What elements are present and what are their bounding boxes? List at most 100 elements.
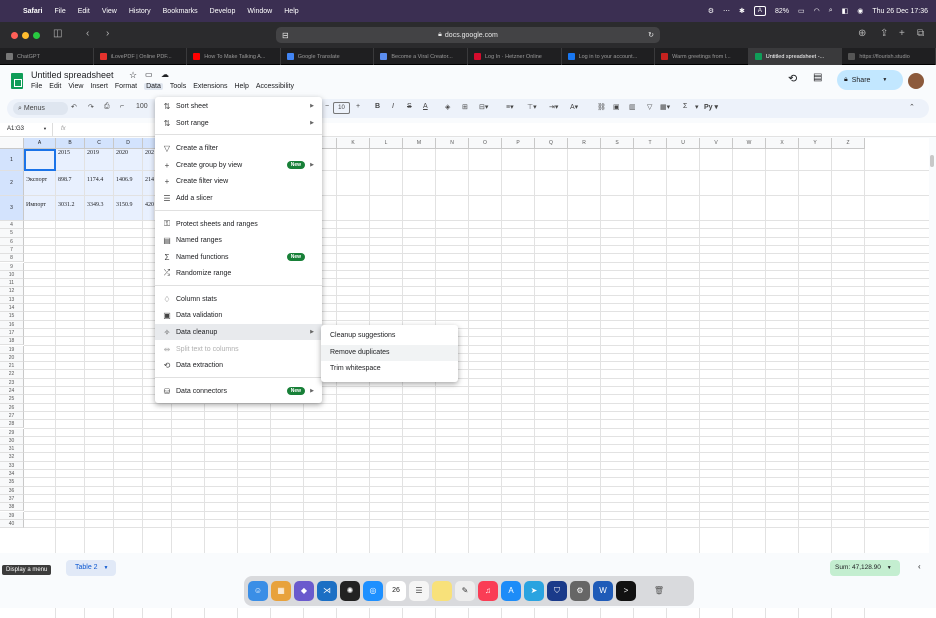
reminders-icon[interactable]: ☰: [409, 581, 429, 601]
row-header[interactable]: 37: [0, 494, 24, 504]
font-size-input[interactable]: 10: [333, 102, 350, 114]
data-menu-item-create-group-by-view[interactable]: + Create group by view New ▶: [155, 157, 322, 173]
column-header[interactable]: A: [24, 138, 56, 149]
row-header[interactable]: 7: [0, 245, 24, 255]
close-window-button[interactable]: [11, 32, 18, 39]
menubar-view[interactable]: View: [102, 8, 117, 15]
borders-icon[interactable]: ⊞: [462, 103, 468, 111]
row-header[interactable]: 27: [0, 411, 24, 421]
data-menu-item-named-functions[interactable]: Σ Named functions New: [155, 249, 322, 265]
move-folder-icon[interactable]: ▭: [145, 70, 153, 79]
browser-tab[interactable]: Log in to your account...: [562, 48, 656, 65]
menubar-bookmarks[interactable]: Bookmarks: [163, 8, 198, 15]
table-cell[interactable]: 2020: [114, 150, 143, 156]
system-settings-icon[interactable]: ⚙: [570, 581, 590, 601]
submenu-trim-whitespace[interactable]: Trim whitespace: [321, 361, 458, 377]
forward-icon[interactable]: ›: [106, 28, 109, 40]
siri-icon[interactable]: ◉: [857, 7, 863, 15]
column-header[interactable]: X: [766, 138, 799, 149]
menubar-window[interactable]: Window: [247, 8, 272, 15]
telegram-icon[interactable]: ➤: [524, 581, 544, 601]
data-menu-item-create-filter-view[interactable]: + Create filter view: [155, 173, 322, 189]
data-menu-item-randomize-range[interactable]: ⤮ Randomize range: [155, 265, 322, 281]
row-header[interactable]: 17: [0, 328, 24, 338]
terminal-icon[interactable]: >: [616, 581, 636, 601]
submenu-remove-duplicates[interactable]: Remove duplicates: [321, 345, 458, 361]
row-header[interactable]: 12: [0, 287, 24, 296]
row-header[interactable]: 36: [0, 486, 24, 495]
spreadsheet-grid[interactable]: ABCDEFGHIJKLMNOPQRSTUVWXYZ 1234567891011…: [0, 138, 929, 618]
row-header[interactable]: 5: [0, 229, 24, 238]
chatgpt-icon[interactable]: ✺: [340, 581, 360, 601]
chevron-down-icon[interactable]: ▼: [104, 565, 109, 571]
column-header[interactable]: P: [502, 138, 535, 149]
comments-icon[interactable]: ▤: [813, 72, 822, 83]
layers-app-icon[interactable]: ◆: [294, 581, 314, 601]
menubar-edit[interactable]: Edit: [78, 8, 90, 15]
safari-icon[interactable]: ◎: [363, 581, 383, 601]
column-header[interactable]: C: [85, 138, 114, 149]
data-menu-item-data-extraction[interactable]: ⟲ Data extraction: [155, 357, 322, 373]
row-header[interactable]: 22: [0, 370, 24, 379]
column-header[interactable]: Z: [832, 138, 865, 149]
filter-views-icon[interactable]: ▦▾: [660, 103, 670, 111]
name-box-dropdown-icon[interactable]: ▼: [43, 126, 47, 131]
menubar-datetime[interactable]: Thu 26 Dec 17:36: [872, 8, 928, 15]
table-cell[interactable]: 3031.2: [56, 202, 85, 208]
data-menu-item-sort-sheet[interactable]: ⇅ Sort sheet ▶: [155, 98, 322, 114]
wifi-icon[interactable]: ◠: [814, 7, 820, 15]
table-cell[interactable]: Импорт: [24, 202, 56, 208]
paint-format-icon[interactable]: ⌐: [120, 103, 124, 110]
decrease-font-size-icon[interactable]: −: [325, 103, 329, 110]
control-center-icon[interactable]: ⚙: [708, 7, 714, 15]
submenu-cleanup-suggestions[interactable]: Cleanup suggestions: [321, 328, 458, 344]
row-header[interactable]: 32: [0, 453, 24, 462]
version-history-icon[interactable]: ⟲: [788, 72, 797, 85]
text-wrapping-icon[interactable]: ⇥▾: [549, 103, 558, 111]
sheets-logo-icon[interactable]: [11, 73, 23, 89]
row-header[interactable]: 31: [0, 445, 24, 454]
chevron-down-icon[interactable]: ▼: [882, 77, 887, 83]
column-header[interactable]: W: [733, 138, 766, 149]
menubar-history[interactable]: History: [129, 8, 151, 15]
collapse-toolbar-icon[interactable]: ⌃: [909, 103, 915, 111]
menu-extensions[interactable]: Extensions: [193, 83, 227, 90]
row-header[interactable]: 11: [0, 279, 24, 288]
browser-tab[interactable]: ChatGPT: [0, 48, 94, 65]
display-icon[interactable]: ⋯: [723, 7, 730, 15]
menu-tools[interactable]: Tools: [170, 83, 186, 90]
table-cell[interactable]: 2015: [56, 150, 85, 156]
create-filter-icon[interactable]: ▽: [647, 103, 652, 111]
select-all-corner[interactable]: [0, 138, 24, 149]
menu-edit[interactable]: Edit: [49, 83, 61, 90]
menu-view[interactable]: View: [68, 83, 83, 90]
font-family-select[interactable]: Py ▾: [704, 103, 718, 111]
data-menu-item-named-ranges[interactable]: ▤ Named ranges: [155, 232, 322, 248]
minimize-window-button[interactable]: [22, 32, 29, 39]
print-icon[interactable]: ⎙: [104, 103, 110, 111]
tab-overview-icon[interactable]: ⧉: [917, 28, 924, 40]
insert-link-icon[interactable]: ⛓: [597, 103, 606, 111]
increase-font-size-icon[interactable]: +: [356, 103, 360, 110]
column-header[interactable]: B: [56, 138, 85, 149]
new-tab-icon[interactable]: +: [899, 28, 905, 40]
app-store-icon[interactable]: A: [501, 581, 521, 601]
redo-icon[interactable]: ↷: [88, 103, 94, 111]
fill-color-icon[interactable]: ◈: [445, 103, 450, 111]
table-cell[interactable]: 1174.4: [85, 177, 114, 183]
freeform-icon[interactable]: ✎: [455, 581, 475, 601]
menu-file[interactable]: File: [31, 83, 42, 90]
row-header[interactable]: 24: [0, 387, 24, 396]
menu-help[interactable]: Help: [234, 83, 248, 90]
share-icon[interactable]: ⇪: [880, 28, 888, 40]
vertical-scrollbar[interactable]: [930, 155, 934, 167]
row-header[interactable]: 10: [0, 270, 24, 280]
row-header[interactable]: 33: [0, 461, 24, 470]
row-header[interactable]: 14: [0, 304, 24, 313]
zoom-select[interactable]: 100: [136, 103, 148, 110]
column-header[interactable]: Y: [799, 138, 832, 149]
star-icon[interactable]: ☆: [129, 70, 137, 81]
row-header[interactable]: 3: [0, 196, 24, 221]
launchpad-icon[interactable]: ▦: [271, 581, 291, 601]
browser-tab[interactable]: Log In · Hetzner Online: [468, 48, 562, 65]
